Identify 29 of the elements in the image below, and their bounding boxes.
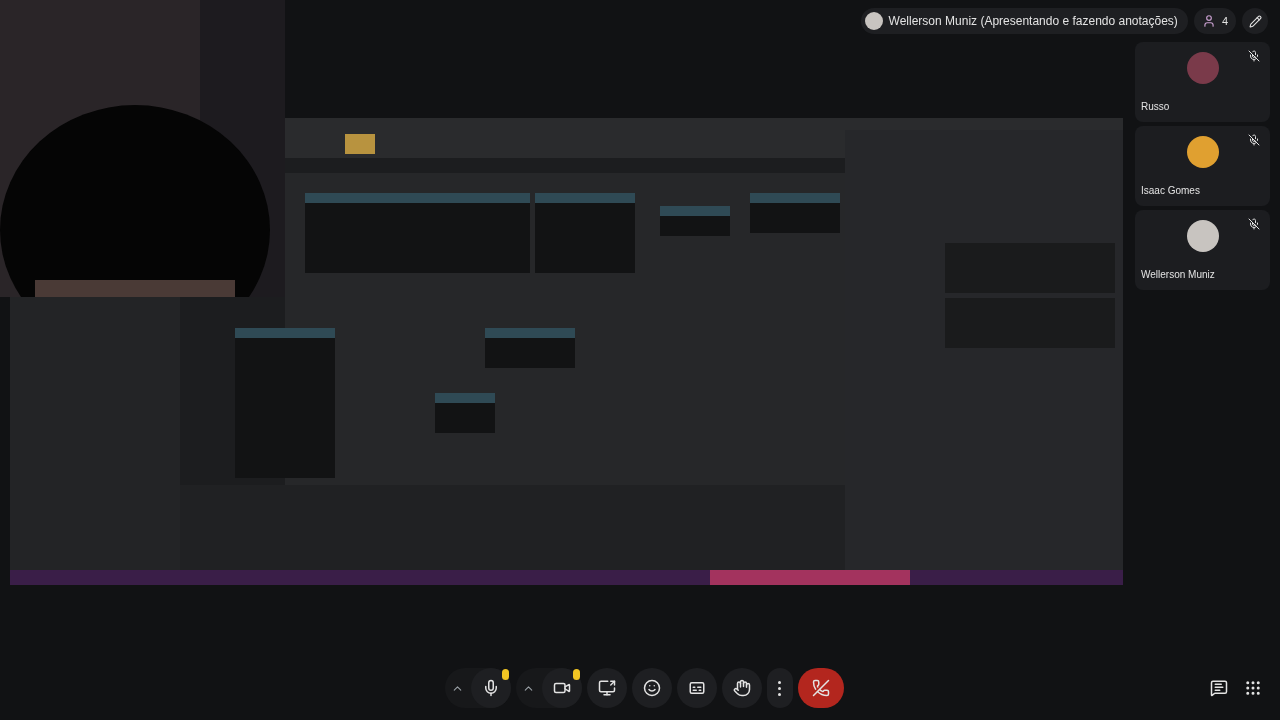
present-screen-icon xyxy=(597,679,616,697)
present-button[interactable] xyxy=(586,668,627,708)
camera-button[interactable] xyxy=(541,668,582,708)
avatar xyxy=(864,12,883,30)
participants-button[interactable]: 4 xyxy=(1193,8,1236,34)
participant-tile[interactable]: Isaac Gomes xyxy=(1135,126,1270,206)
participant-name: Russo xyxy=(1141,100,1170,114)
presenter-label: Wellerson Muniz (Apresentando e fazendo anotações) xyxy=(888,13,1178,30)
participant-tile[interactable]: Wellerson Muniz xyxy=(1135,210,1270,290)
hang-up-icon xyxy=(811,679,830,697)
emoji-icon xyxy=(642,679,661,697)
pencil-icon xyxy=(1248,14,1262,28)
presenter-chip[interactable]: Wellerson Muniz (Apresentando e fazendo anotações) xyxy=(860,8,1188,34)
participant-tile[interactable]: Russo xyxy=(1135,42,1270,122)
participant-name: Isaac Gomes xyxy=(1141,184,1200,198)
people-icon xyxy=(1201,14,1216,28)
captions-icon xyxy=(687,679,706,697)
leave-call-button[interactable] xyxy=(797,668,844,708)
more-options-button[interactable] xyxy=(766,668,793,708)
annotate-button[interactable] xyxy=(1242,8,1268,34)
chat-icon xyxy=(1210,679,1228,697)
microphone-button[interactable] xyxy=(470,668,511,708)
captions-button[interactable] xyxy=(676,668,717,708)
participant-name: Wellerson Muniz xyxy=(1141,268,1215,282)
raise-hand-button[interactable] xyxy=(721,668,762,708)
reactions-button[interactable] xyxy=(631,668,672,708)
raised-hand-icon xyxy=(732,679,751,697)
apps-grid-icon xyxy=(1244,679,1262,697)
more-options-icon xyxy=(778,680,781,696)
